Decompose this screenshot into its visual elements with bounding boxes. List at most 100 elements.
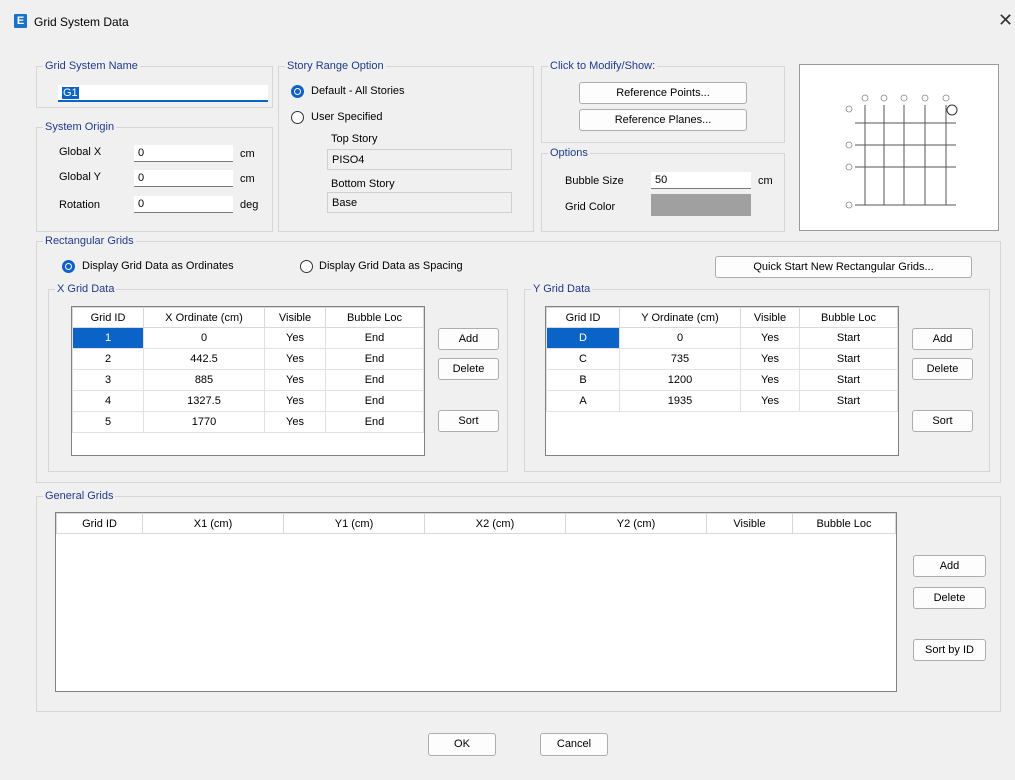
- ok-button[interactable]: OK: [428, 733, 496, 756]
- table-row[interactable]: 3 885 Yes End: [72, 369, 424, 391]
- y-grid-delete-button[interactable]: Delete: [912, 358, 973, 380]
- x-grid-header-ordinate: X Ordinate (cm): [143, 307, 265, 328]
- reference-planes-button[interactable]: Reference Planes...: [579, 109, 747, 131]
- global-y-label: Global Y: [59, 171, 101, 183]
- y-grid-cell[interactable]: 735: [619, 348, 741, 370]
- table-row[interactable]: 2 442.5 Yes End: [72, 348, 424, 370]
- general-sort-by-id-button[interactable]: Sort by ID: [913, 639, 986, 661]
- x-grid-cell[interactable]: 442.5: [143, 348, 265, 370]
- x-grid-header-id: Grid ID: [72, 307, 144, 328]
- bubble-size-label: Bubble Size: [565, 175, 624, 187]
- general-grids-table[interactable]: Grid ID X1 (cm) Y1 (cm) X2 (cm) Y2 (cm) …: [55, 512, 897, 692]
- y-grid-cell[interactable]: 1935: [619, 390, 741, 412]
- bubble-size-unit: cm: [758, 175, 773, 187]
- y-grid-cell[interactable]: Yes: [740, 348, 800, 370]
- y-grid-cell[interactable]: Start: [799, 369, 898, 391]
- grid-color-swatch[interactable]: [651, 194, 751, 216]
- y-grid-table[interactable]: Grid ID Y Ordinate (cm) Visible Bubble L…: [545, 306, 899, 456]
- close-icon[interactable]: ✕: [998, 10, 1013, 31]
- x-grid-cell[interactable]: 1: [72, 327, 144, 349]
- global-x-input[interactable]: 0: [134, 145, 233, 162]
- app-icon: E: [14, 14, 27, 28]
- y-grid-cell[interactable]: 0: [619, 327, 741, 349]
- x-grid-delete-button[interactable]: Delete: [438, 358, 499, 380]
- global-y-input[interactable]: 0: [134, 170, 233, 187]
- x-grid-cell[interactable]: 1327.5: [143, 390, 265, 412]
- rectangular-grids-legend: Rectangular Grids: [43, 235, 136, 247]
- y-grid-cell[interactable]: Start: [799, 348, 898, 370]
- grid-system-name-input[interactable]: G1: [58, 85, 268, 102]
- y-grid-cell[interactable]: Yes: [740, 369, 800, 391]
- x-grid-cell[interactable]: Yes: [264, 411, 326, 433]
- y-grid-sort-button[interactable]: Sort: [912, 410, 973, 432]
- table-row[interactable]: A 1935 Yes Start: [546, 390, 898, 412]
- x-grid-cell[interactable]: 1770: [143, 411, 265, 433]
- x-grid-table-body: Grid ID X Ordinate (cm) Visible Bubble L…: [72, 307, 424, 433]
- x-grid-cell[interactable]: 0: [143, 327, 265, 349]
- cancel-button[interactable]: Cancel: [540, 733, 608, 756]
- default-stories-radio[interactable]: [291, 85, 304, 98]
- x-grid-header-visible: Visible: [264, 307, 326, 328]
- bottom-story-label: Bottom Story: [331, 178, 395, 190]
- rotation-input[interactable]: 0: [134, 196, 233, 213]
- y-grid-cell[interactable]: B: [546, 369, 620, 391]
- ordinates-radio[interactable]: [62, 260, 75, 273]
- general-add-button[interactable]: Add: [913, 555, 986, 577]
- window-title: Grid System Data: [34, 15, 129, 29]
- table-row[interactable]: B 1200 Yes Start: [546, 369, 898, 391]
- x-grid-cell[interactable]: Yes: [264, 369, 326, 391]
- x-grid-add-button[interactable]: Add: [438, 328, 499, 350]
- x-grid-cell[interactable]: 5: [72, 411, 144, 433]
- modify-show-group: Click to Modify/Show: Reference Points..…: [541, 60, 785, 143]
- x-grid-cell[interactable]: 3: [72, 369, 144, 391]
- quick-start-button[interactable]: Quick Start New Rectangular Grids...: [715, 256, 972, 278]
- user-specified-radio[interactable]: [291, 111, 304, 124]
- x-grid-cell[interactable]: 885: [143, 369, 265, 391]
- y-grid-cell[interactable]: A: [546, 390, 620, 412]
- x-grid-cell[interactable]: End: [325, 390, 424, 412]
- table-row[interactable]: 5 1770 Yes End: [72, 411, 424, 433]
- x-grid-cell[interactable]: End: [325, 411, 424, 433]
- x-grid-cell[interactable]: Yes: [264, 348, 326, 370]
- options-group: Options Bubble Size 50 cm Grid Color: [541, 147, 785, 232]
- grid-preview-drawing: [845, 94, 958, 209]
- x-grid-cell[interactable]: Yes: [264, 327, 326, 349]
- story-range-group: Story Range Option Default - All Stories…: [278, 60, 534, 232]
- dialog-body: Grid System Name G1 System Origin Global…: [14, 44, 1014, 774]
- y-grid-cell[interactable]: 1200: [619, 369, 741, 391]
- y-grid-header-visible: Visible: [740, 307, 800, 328]
- y-grid-cell[interactable]: D: [546, 327, 620, 349]
- y-grid-add-button[interactable]: Add: [912, 328, 973, 350]
- table-row[interactable]: D 0 Yes Start: [546, 327, 898, 349]
- grid-system-name-group: Grid System Name G1: [36, 60, 273, 108]
- x-grid-cell[interactable]: Yes: [264, 390, 326, 412]
- table-row[interactable]: 1 0 Yes End: [72, 327, 424, 349]
- table-row[interactable]: C 735 Yes Start: [546, 348, 898, 370]
- x-grid-cell[interactable]: 2: [72, 348, 144, 370]
- y-grid-table-body: Grid ID Y Ordinate (cm) Visible Bubble L…: [546, 307, 898, 412]
- y-grid-cell[interactable]: Yes: [740, 327, 800, 349]
- x-grid-sort-button[interactable]: Sort: [438, 410, 499, 432]
- general-header-x2: X2 (cm): [424, 513, 566, 534]
- reference-points-button[interactable]: Reference Points...: [579, 82, 747, 104]
- x-grid-table[interactable]: Grid ID X Ordinate (cm) Visible Bubble L…: [71, 306, 425, 456]
- x-grid-cell[interactable]: 4: [72, 390, 144, 412]
- modify-show-legend: Click to Modify/Show:: [548, 60, 658, 72]
- general-delete-button[interactable]: Delete: [913, 587, 986, 609]
- y-grid-cell[interactable]: Start: [799, 390, 898, 412]
- y-grid-cell[interactable]: Yes: [740, 390, 800, 412]
- bubble-size-input[interactable]: 50: [651, 172, 751, 189]
- y-grid-header-ordinate: Y Ordinate (cm): [619, 307, 741, 328]
- grid-color-label: Grid Color: [565, 201, 616, 213]
- table-row[interactable]: 4 1327.5 Yes End: [72, 390, 424, 412]
- x-grid-cell[interactable]: End: [325, 369, 424, 391]
- title-bar: E Grid System Data ✕: [0, 0, 1015, 44]
- x-grid-cell[interactable]: End: [325, 348, 424, 370]
- top-story-label: Top Story: [331, 133, 378, 145]
- y-grid-cell[interactable]: Start: [799, 327, 898, 349]
- story-range-legend: Story Range Option: [285, 60, 386, 72]
- x-grid-cell[interactable]: End: [325, 327, 424, 349]
- spacing-radio[interactable]: [300, 260, 313, 273]
- y-grid-group: Y Grid Data Grid ID Y Ordinate (cm) Visi…: [524, 283, 990, 472]
- y-grid-cell[interactable]: C: [546, 348, 620, 370]
